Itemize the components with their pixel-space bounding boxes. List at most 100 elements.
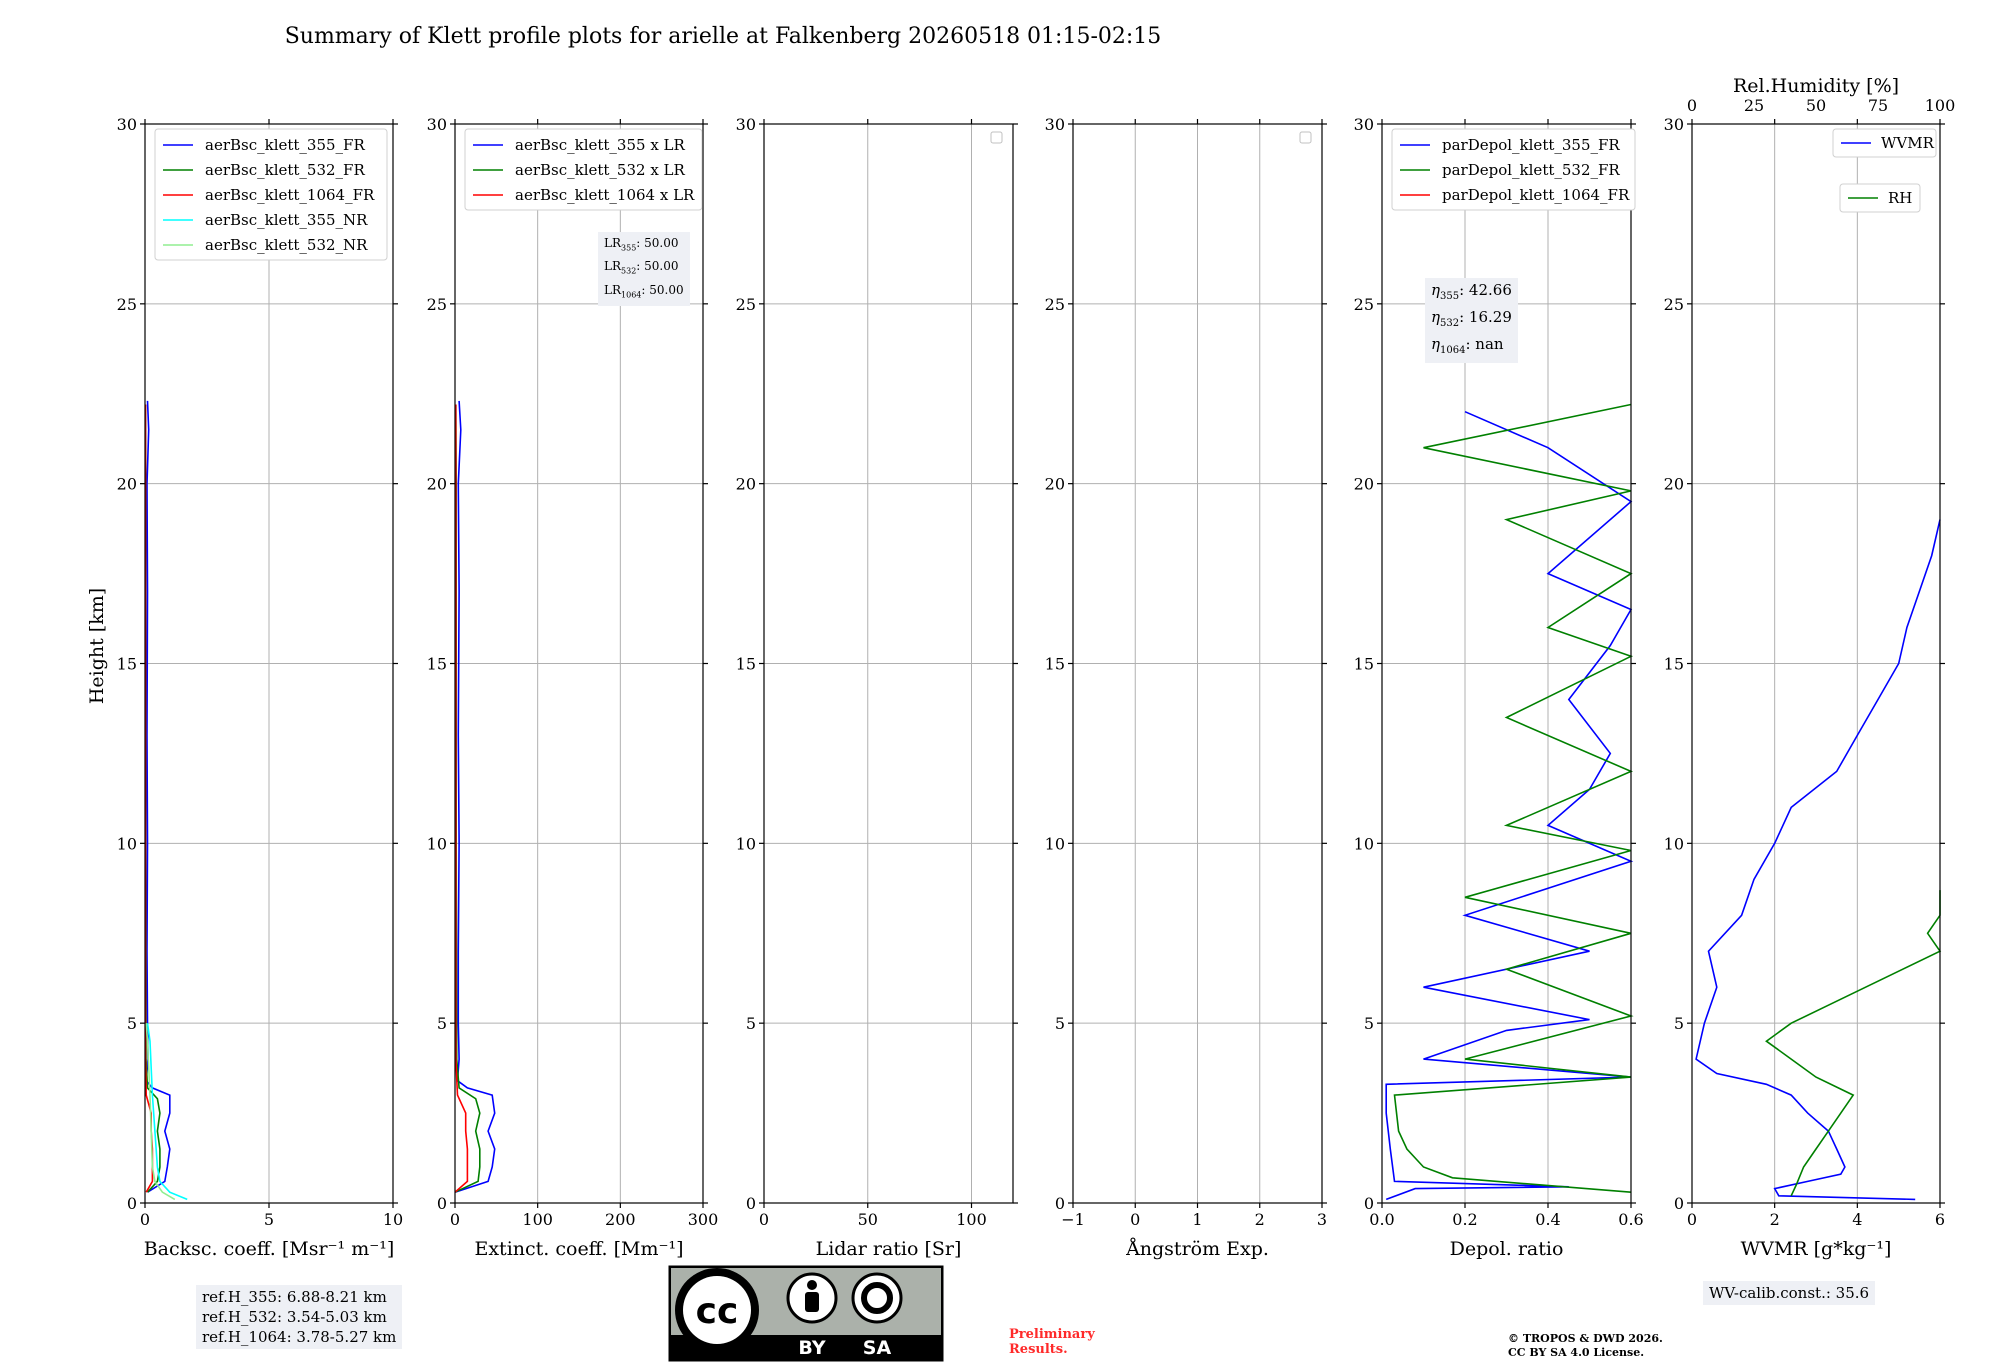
y-tick-label: 0 xyxy=(1055,1194,1065,1213)
x-tick-label: 100 xyxy=(956,1210,987,1229)
x-tick-label: 0 xyxy=(450,1210,460,1229)
y-tick-label: 15 xyxy=(427,655,447,674)
y-tick-label: 10 xyxy=(427,834,447,853)
top-tick-label: 100 xyxy=(1925,96,1956,115)
sa-icon xyxy=(851,1272,903,1324)
y-tick-label: 15 xyxy=(117,655,137,674)
empty-legend-box xyxy=(1299,131,1312,144)
legend-label: aerBsc_klett_532 x LR xyxy=(515,161,686,179)
y-tick-label: 5 xyxy=(746,1014,756,1033)
y-tick-label: 25 xyxy=(117,295,137,314)
series-wvmr xyxy=(1695,519,1941,1201)
y-tick-label: 15 xyxy=(1045,655,1065,674)
cc-by-sa-logo: cc BY SA xyxy=(668,1265,944,1362)
y-tick-label: 25 xyxy=(1045,295,1065,314)
y-tick-label: 0 xyxy=(1364,1194,1374,1213)
series-rh xyxy=(1765,890,1942,1197)
x-tick-label: 100 xyxy=(522,1210,553,1229)
x-tick-label: 0.6 xyxy=(1618,1210,1643,1229)
legend-label: aerBsc_klett_355_FR xyxy=(205,136,365,154)
x-tick-label: 4 xyxy=(1852,1210,1862,1229)
x-tick-label: 5 xyxy=(264,1210,274,1229)
x-tick-label: 0 xyxy=(1130,1210,1140,1229)
cc-text: cc xyxy=(696,1291,739,1332)
x-tick-label: 0 xyxy=(759,1210,769,1229)
by-label: BY xyxy=(798,1337,825,1359)
sa-label: SA xyxy=(863,1337,892,1359)
x-tick-label: 0.2 xyxy=(1452,1210,1477,1229)
x-tick-label: 0 xyxy=(140,1210,150,1229)
legend-label: aerBsc_klett_355_NR xyxy=(205,211,368,229)
y-tick-label: 30 xyxy=(1045,115,1065,134)
x-tick-label: 50 xyxy=(858,1210,878,1229)
refh-355: ref.H_355: 6.88-8.21 km xyxy=(202,1288,387,1306)
y-tick-label: 30 xyxy=(1354,115,1374,134)
y-tick-label: 0 xyxy=(127,1194,137,1213)
x-tick-label: 6 xyxy=(1935,1210,1945,1229)
y-tick-label: 30 xyxy=(117,115,137,134)
y-tick-label: 5 xyxy=(437,1014,447,1033)
x-axis-label: Extinct. coeff. [Mm⁻¹] xyxy=(474,1238,683,1260)
preliminary-results-note: Preliminary Results. xyxy=(1009,1327,1095,1357)
y-tick-label: 30 xyxy=(1664,115,1684,134)
y-tick-label: 15 xyxy=(1664,655,1684,674)
panel-3: 0 50 100 0 5 10 15 20 25 30 Lidar ratio [Sr] xyxy=(736,115,1018,1260)
y-tick-label: 20 xyxy=(1664,475,1684,494)
series-pardepol-klett-532-fr xyxy=(1393,403,1634,1193)
x-tick-label: 3 xyxy=(1317,1210,1327,1229)
refh-1064: ref.H_1064: 3.78-5.27 km xyxy=(202,1328,397,1346)
y-tick-label: 10 xyxy=(736,834,756,853)
y-tick-label: 20 xyxy=(117,475,137,494)
x-axis-label: WVMR [g*kg⁻¹] xyxy=(1741,1238,1892,1260)
refh-532: ref.H_532: 3.54-5.03 km xyxy=(202,1308,387,1326)
legend-label: aerBsc_klett_1064_FR xyxy=(205,186,375,204)
x-tick-label: 2 xyxy=(1255,1210,1265,1229)
x-axis-label: Ångström Exp. xyxy=(1125,1238,1269,1260)
eta-355: η355: 42.66 xyxy=(1431,281,1512,302)
y-tick-label: 25 xyxy=(427,295,447,314)
legend-label: aerBsc_klett_532_NR xyxy=(205,236,368,254)
lr-532: LR532: 50.00 xyxy=(604,259,679,276)
x-tick-label: 0.4 xyxy=(1535,1210,1560,1229)
x-axis-label: Lidar ratio [Sr] xyxy=(816,1238,962,1260)
panel-4: −1 0 1 2 3051015202530Ångström Exp. xyxy=(1045,115,1327,1260)
y-tick-label: 10 xyxy=(1354,834,1374,853)
copyright-note: © TROPOS & DWD 2026. CC BY SA 4.0 Licens… xyxy=(1508,1332,1663,1359)
panels: 0 5 10051015202530Backsc. coeff. [Msr⁻¹ m⁻… xyxy=(117,75,1956,1260)
y-tick-label: 0 xyxy=(1674,1194,1684,1213)
empty-legend-box xyxy=(990,131,1003,144)
legend-label: RH xyxy=(1888,189,1912,207)
series-aerbsc-klett-355-x-lr xyxy=(454,400,496,1193)
y-tick-label: 20 xyxy=(1045,475,1065,494)
y-tick-label: 10 xyxy=(117,834,137,853)
y-tick-label: 10 xyxy=(1664,834,1684,853)
y-tick-label: 25 xyxy=(1664,295,1684,314)
lr-1064: LR1064: 50.00 xyxy=(604,282,684,300)
y-tick-label: 5 xyxy=(127,1014,137,1033)
top-tick-label: 50 xyxy=(1806,96,1826,115)
legend-label: parDepol_klett_532_FR xyxy=(1442,161,1620,179)
figure-title: Summary of Klett profile plots for ariel… xyxy=(285,24,1162,49)
summary-figure: Summary of Klett profile plots for ariel… xyxy=(86,24,1956,1260)
legend-label: parDepol_klett_1064_FR xyxy=(1442,186,1630,204)
by-icon-head xyxy=(807,1280,817,1290)
y-tick-label: 5 xyxy=(1364,1014,1374,1033)
panel-6: 0 2 4 6 0 5 10 15 20 25 30 WVMR [g*kg⁻¹] 0 25 50 75 100 R… xyxy=(1664,75,1956,1260)
y-tick-label: 30 xyxy=(427,115,447,134)
eta-532: η532: 16.29 xyxy=(1431,308,1512,329)
lidar-ratio-box: LR355: 50.00 LR532: 50.00 LR1064: 50.00 xyxy=(598,232,690,307)
top-tick-label: 25 xyxy=(1744,96,1764,115)
y-tick-label: 25 xyxy=(736,295,756,314)
legend-label: aerBsc_klett_532_FR xyxy=(205,161,365,179)
y-axis-label: Height [km] xyxy=(86,588,108,704)
legend-label: WVMR xyxy=(1881,134,1935,152)
by-icon-body xyxy=(805,1292,819,1312)
wv-calib-box: WV-calib.const.: 35.6 xyxy=(1703,1281,1876,1305)
x-tick-label: 300 xyxy=(688,1210,719,1229)
y-tick-label: 15 xyxy=(1354,655,1374,674)
x-axis-label: Backsc. coeff. [Msr⁻¹ m⁻¹] xyxy=(144,1238,395,1260)
legend-label: parDepol_klett_355_FR xyxy=(1442,136,1620,154)
x-tick-label: 1 xyxy=(1192,1210,1202,1229)
x-axis-label: Depol. ratio xyxy=(1450,1238,1564,1260)
eta-1064: η1064: nan xyxy=(1431,335,1504,356)
